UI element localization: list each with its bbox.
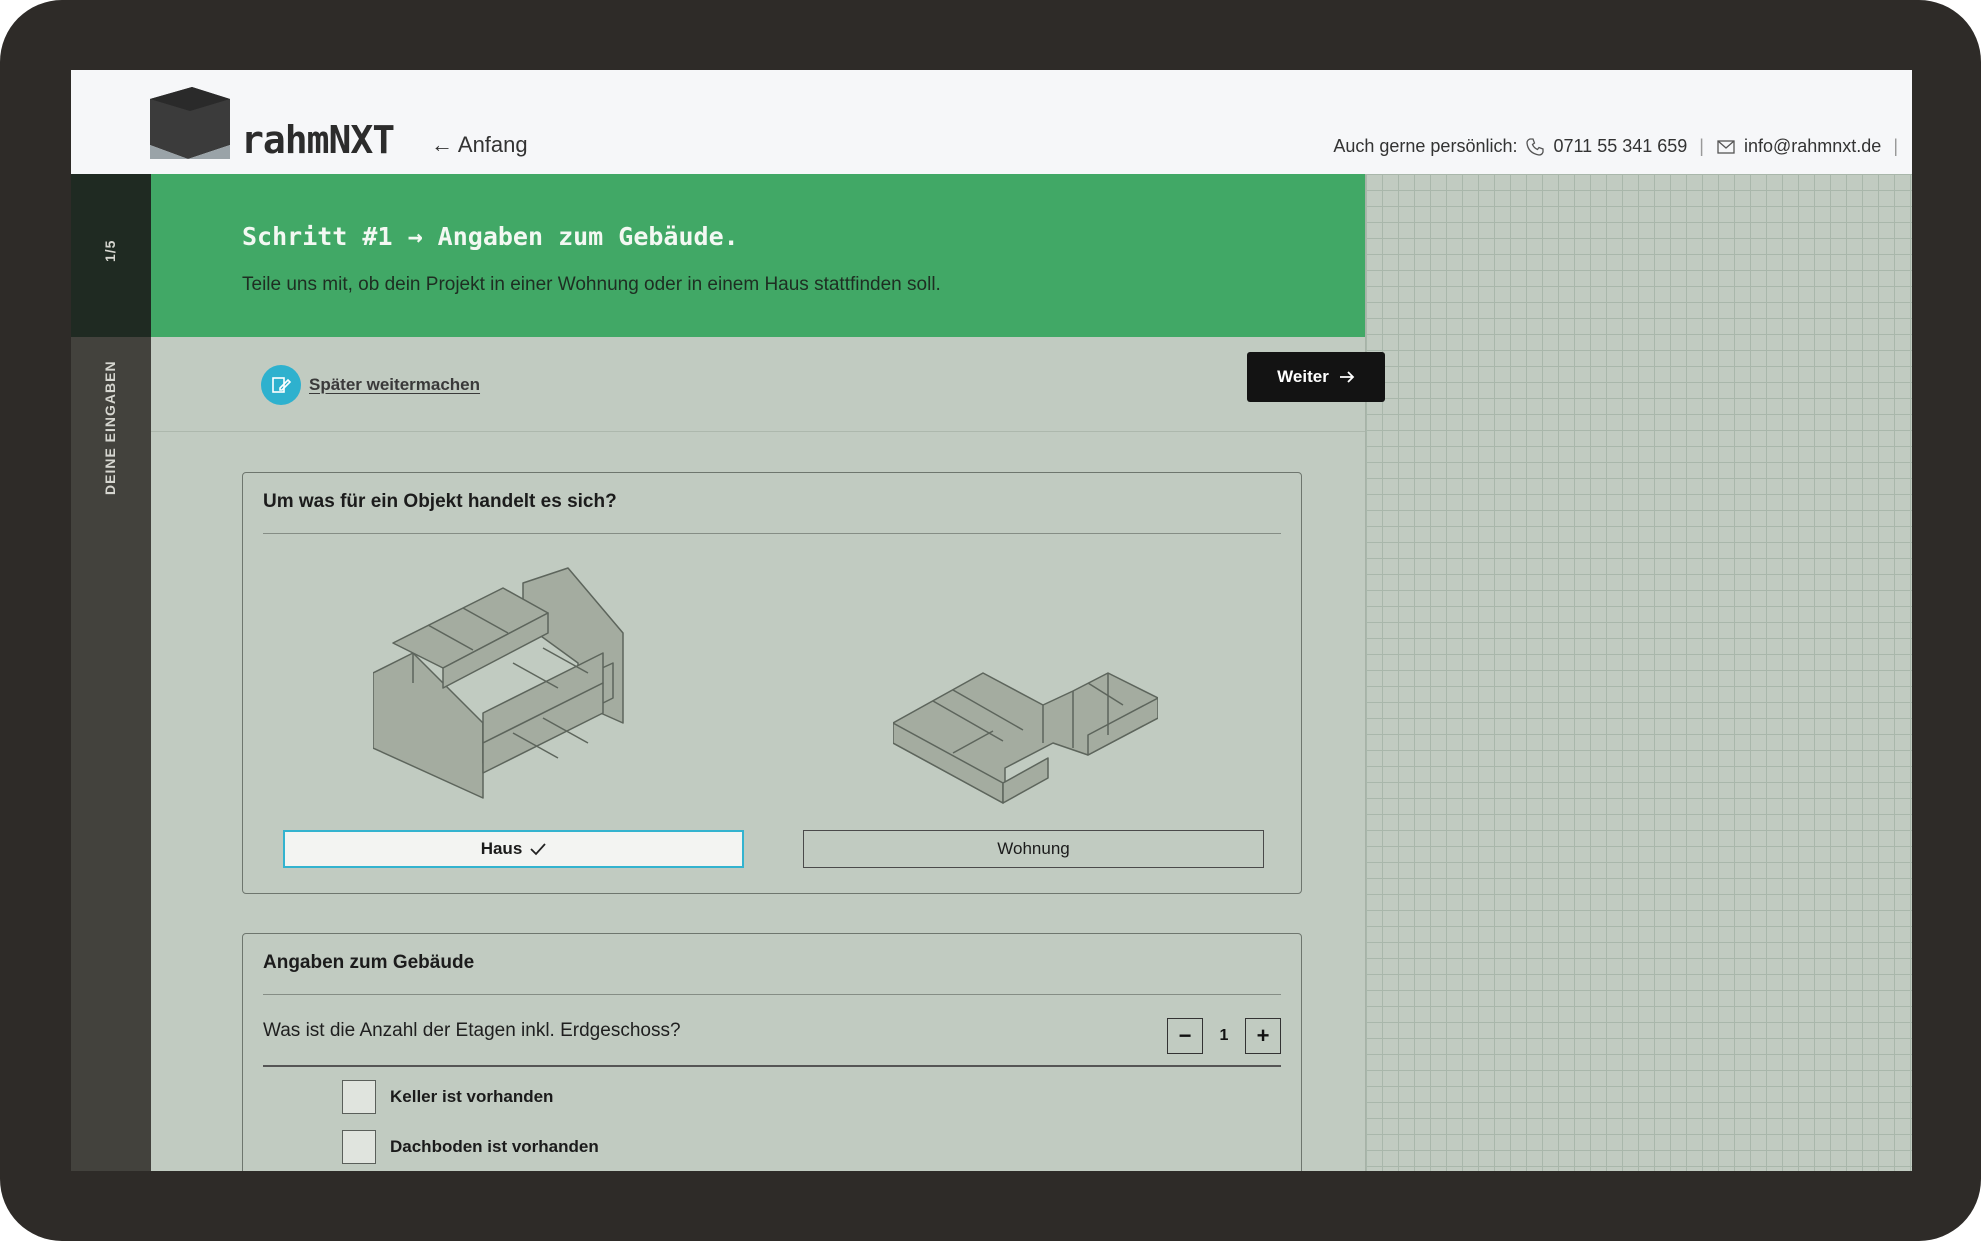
- contact-divider: |: [1699, 136, 1704, 156]
- next-button-label: Weiter: [1277, 367, 1329, 386]
- contact-intro: Auch gerne persönlich:: [1333, 136, 1518, 156]
- option-apartment-button[interactable]: Wohnung: [803, 830, 1264, 868]
- basement-checkbox[interactable]: [342, 1080, 376, 1114]
- attic-checkbox-row[interactable]: Dachboden ist vorhanden: [342, 1130, 599, 1164]
- next-button[interactable]: Weiter: [1247, 352, 1385, 402]
- apartment-illustration[interactable]: [893, 672, 1158, 804]
- object-type-card: Um was für ein Objekt handelt es sich? H…: [242, 472, 1302, 894]
- grid-preview-panel: [1365, 174, 1912, 1171]
- step-subtitle: Teile uns mit, ob dein Projekt in einer …: [242, 274, 941, 295]
- arrow-right-icon: [1339, 371, 1355, 383]
- question-divider: [263, 1065, 1281, 1067]
- form-toolbar: Später weitermachen Weiter: [151, 337, 1385, 432]
- attic-checkbox[interactable]: [342, 1130, 376, 1164]
- mail-icon: [1717, 139, 1735, 154]
- increment-button[interactable]: +: [1245, 1018, 1281, 1054]
- building-details-title: Angaben zum Gebäude: [263, 952, 475, 973]
- sidebar-step-indicator: 1/5: [71, 174, 151, 337]
- object-type-question: Um was für ein Objekt handelt es sich?: [263, 491, 617, 512]
- back-link-label: ← Anfang: [431, 132, 528, 157]
- logo-icon[interactable]: [150, 87, 230, 159]
- decrement-button[interactable]: −: [1167, 1018, 1203, 1054]
- top-header: rahmNXT ← Anfang Auch gerne persönlich: …: [71, 70, 1912, 175]
- floors-question: Was ist die Anzahl der Etagen inkl. Erdg…: [263, 1020, 681, 1041]
- step-banner: Schritt #1 → Angaben zum Gebäude. Teile …: [151, 174, 1365, 337]
- save-later-label[interactable]: Später weitermachen: [309, 375, 480, 395]
- floors-stepper: − 1 +: [1167, 1018, 1281, 1054]
- phone-icon: [1526, 137, 1545, 156]
- contact-bar: Auch gerne persönlich: 0711 55 341 659 |…: [1333, 136, 1902, 157]
- back-link[interactable]: ← Anfang: [431, 132, 528, 158]
- option-house-button[interactable]: Haus: [283, 830, 744, 868]
- option-apartment-label: Wohnung: [997, 839, 1070, 858]
- attic-label[interactable]: Dachboden ist vorhanden: [390, 1137, 599, 1157]
- sidebar-inputs-panel[interactable]: DEINE EINGABEN: [71, 337, 151, 1171]
- building-details-card: Angaben zum Gebäude Was ist die Anzahl d…: [242, 933, 1302, 1171]
- edit-note-icon: [261, 365, 301, 405]
- basement-checkbox-row[interactable]: Keller ist vorhanden: [342, 1080, 553, 1114]
- card-divider: [263, 994, 1281, 995]
- step-title: Schritt #1 → Angaben zum Gebäude.: [242, 222, 739, 251]
- phone-link[interactable]: 0711 55 341 659: [1553, 136, 1687, 157]
- email-link[interactable]: info@rahmnxt.de: [1744, 136, 1881, 157]
- checkmark-icon: [530, 843, 546, 856]
- option-house-label: Haus: [480, 839, 523, 858]
- save-later-link[interactable]: Später weitermachen: [261, 365, 480, 405]
- brand-name[interactable]: rahmNXT: [241, 118, 395, 162]
- step-counter: 1/5: [102, 239, 118, 262]
- basement-label[interactable]: Keller ist vorhanden: [390, 1087, 553, 1107]
- card-divider: [263, 533, 1281, 534]
- floors-value: 1: [1219, 1027, 1229, 1044]
- app-screen: rahmNXT ← Anfang Auch gerne persönlich: …: [71, 70, 1912, 1171]
- contact-divider-end: |: [1893, 136, 1898, 156]
- sidebar-inputs-label[interactable]: DEINE EINGABEN: [102, 360, 118, 495]
- device-frame: rahmNXT ← Anfang Auch gerne persönlich: …: [0, 0, 1981, 1241]
- house-illustration[interactable]: [373, 563, 633, 803]
